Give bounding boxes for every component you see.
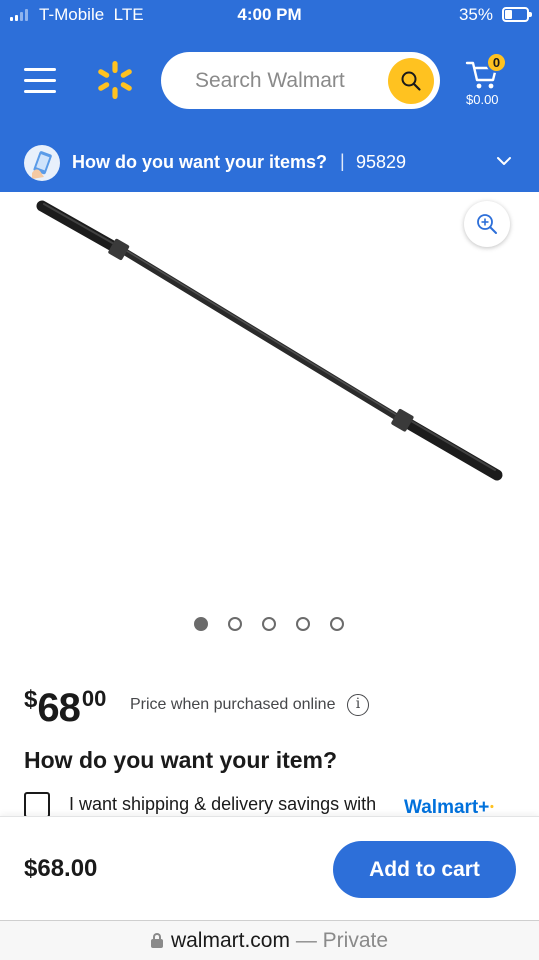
carousel-dot[interactable]	[262, 617, 276, 631]
walmart-plus-spark-icon: ⸱	[489, 797, 495, 818]
delivery-zip: 95829	[356, 152, 407, 172]
delivery-phone-icon	[24, 145, 60, 181]
search-button[interactable]	[388, 58, 434, 104]
price-currency: $	[24, 686, 38, 713]
image-carousel-dots	[194, 617, 344, 631]
purchase-bar: $68.00 Add to cart	[0, 816, 539, 920]
product-price: $ 68 00	[24, 686, 107, 730]
zoom-in-icon	[477, 214, 497, 234]
walmart-spark-logo[interactable]	[95, 60, 135, 100]
battery-icon	[502, 7, 532, 22]
shipping-savings-checkbox[interactable]	[24, 792, 50, 818]
shipping-savings-label: I want shipping & delivery savings with	[69, 794, 377, 814]
olympic-barbell-image[interactable]	[0, 192, 539, 592]
battery-percent: 35%	[458, 5, 493, 24]
add-to-cart-button[interactable]: Add to cart	[333, 841, 516, 898]
price-dollars: 68	[37, 686, 80, 730]
cart-count-badge: 0	[486, 52, 507, 73]
carousel-dot[interactable]	[228, 617, 242, 631]
menu-icon[interactable]	[24, 68, 56, 94]
url-text: walmart.com — Private	[0, 929, 539, 953]
price-cents: 00	[81, 686, 107, 711]
fulfillment-title: How do you want your item?	[24, 747, 338, 773]
cart-button[interactable]: 0 $0.00	[463, 52, 511, 112]
carousel-dot[interactable]	[296, 617, 310, 631]
search-icon	[401, 71, 421, 91]
delivery-question: How do you want your items?	[72, 152, 328, 172]
delivery-separator: |	[340, 151, 345, 171]
app-header: Search Walmart 0 $0.00	[0, 30, 539, 132]
url-domain: walmart.com	[170, 929, 290, 952]
price-note: Price when purchased online	[130, 696, 336, 713]
bottom-price: $68.00	[24, 855, 98, 882]
delivery-location-bar[interactable]: How do you want your items? | 95829	[0, 132, 539, 192]
cart-total: $0.00	[466, 92, 499, 107]
private-mode-label: — Private	[295, 929, 389, 952]
lock-icon	[150, 933, 163, 948]
battery-fill	[505, 10, 513, 19]
zoom-button[interactable]	[464, 201, 510, 247]
carousel-dot[interactable]	[330, 617, 344, 631]
search-placeholder: Search Walmart	[195, 69, 345, 92]
chevron-down-icon[interactable]	[497, 156, 511, 166]
info-icon[interactable]: i	[347, 694, 369, 716]
browser-url-bar[interactable]: walmart.com — Private	[0, 920, 539, 960]
search-input[interactable]: Search Walmart	[161, 52, 440, 109]
carousel-dot[interactable]	[194, 617, 208, 631]
status-bar: T-Mobile LTE 4:00 PM 35%	[0, 0, 539, 30]
